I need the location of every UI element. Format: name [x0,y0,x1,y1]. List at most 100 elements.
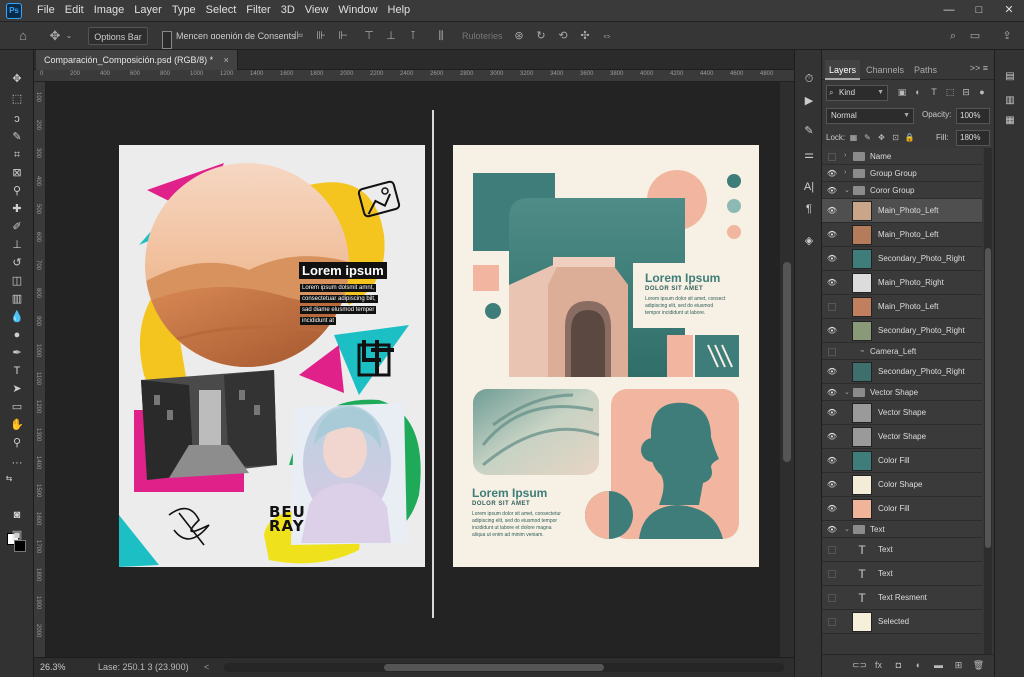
align-left-icon[interactable]: ⊫ [292,29,306,43]
shape-tool-icon[interactable]: ▭ [7,398,27,416]
quick-select-tool-icon[interactable]: ✎ [7,128,27,146]
layer-row[interactable]: › Name [822,148,982,165]
right-artboard[interactable]: Lorem Ipsum DOLOR SIT AMET Lorem ipsum d… [453,145,759,567]
align-right-icon[interactable]: ⊩ [336,29,350,43]
brush-tool-icon[interactable]: ✐ [7,218,27,236]
close-tab-icon[interactable]: × [224,55,229,65]
visibility-eye-icon[interactable]: 👁 [826,367,838,376]
lasso-tool-icon[interactable]: ↄ [7,110,27,128]
layer-row[interactable]: 👁 ⌄ Coror Group [822,182,982,199]
menu-select[interactable]: Select [201,0,242,22]
layer-list-scroll-thumb[interactable] [985,248,991,548]
layer-row[interactable]: 👁 Secondary_Photo_Right [822,319,982,343]
crop-tool-icon[interactable]: ⌗ [7,146,27,164]
adjustment-layer-icon[interactable]: ◐ [912,659,925,672]
visibility-eye-icon[interactable]: 👁 [826,206,838,215]
layer-row[interactable]: 👁 Secondary_Photo_Right [822,247,982,271]
distribute-icon[interactable]: ⫼ [434,29,448,43]
layers-stack-icon[interactable]: ◈ [802,234,816,248]
type-filter-icon[interactable]: T [928,86,940,98]
3d-slide-icon[interactable]: ⇔ [600,29,614,43]
swap-colors-icon[interactable]: ⇆ [4,470,14,488]
zoom-level[interactable]: 26.3% [40,662,66,672]
3d-rotate-icon[interactable]: ↻ [534,29,548,43]
visibility-eye-icon[interactable]: 👁 [826,456,838,465]
align-center-icon[interactable]: ⊪ [314,29,328,43]
brush-settings-icon[interactable]: ✎ [802,124,816,138]
align-bottom-icon[interactable]: ⊺ [406,29,420,43]
layer-style-icon[interactable]: fx [872,659,885,672]
visibility-eye-icon[interactable] [828,618,836,626]
visibility-eye-icon[interactable]: 👁 [826,278,838,287]
shape-filter-icon[interactable]: ⬚ [944,86,956,98]
vertical-scroll-thumb[interactable] [783,262,791,462]
adjustments-icon[interactable]: ⚌ [802,148,816,162]
layer-row[interactable]: 👁 ⌄ Text [822,521,982,538]
layer-row[interactable]: T Text [822,538,982,562]
opacity-input[interactable]: 100% [956,108,990,124]
healing-tool-icon[interactable]: ✚ [7,200,27,218]
menu-filter[interactable]: Filter [241,0,275,22]
kind-filter-select[interactable]: ⌕ Kind ▼ [826,85,888,101]
layer-row[interactable]: Selected [822,610,982,634]
tab-channels[interactable]: Channels [862,60,908,80]
align-middle-icon[interactable]: ⊥ [384,29,398,43]
layer-row[interactable]: 👁 Color Shape [822,473,982,497]
menu-view[interactable]: View [300,0,334,22]
menu-3d[interactable]: 3D [276,0,300,22]
workspace-icon[interactable]: ▭ [968,29,982,43]
menu-type[interactable]: Type [167,0,201,22]
options-bar-button[interactable]: Options Bar [88,27,148,45]
history-brush-tool-icon[interactable]: ↺ [7,254,27,272]
smart-object-filter-icon[interactable]: ⊟ [960,86,972,98]
layer-row[interactable]: T Text Resment [822,586,982,610]
visibility-eye-icon[interactable] [828,546,836,554]
pixel-filter-icon[interactable]: ▣ [896,86,908,98]
menu-layer[interactable]: Layer [129,0,167,22]
hand-tool-icon[interactable]: ✋ [7,416,27,434]
layer-row[interactable]: 👁 › Group Group [822,165,982,182]
history-icon[interactable]: ⏱ [802,72,816,86]
visibility-eye-icon[interactable]: 👁 [826,408,838,417]
path-select-tool-icon[interactable]: ➤ [7,380,27,398]
visibility-eye-icon[interactable]: 👁 [826,432,838,441]
group-expand-icon[interactable]: ⌄ [844,525,850,533]
visibility-eye-icon[interactable] [828,570,836,578]
zoom-tool-icon[interactable]: ⚲ [7,434,27,452]
properties-icon[interactable]: ▥ [1003,94,1017,108]
panel-menu-icon[interactable]: >> ≡ [970,63,988,73]
adjustment-filter-icon[interactable]: ◐ [912,86,924,98]
visibility-eye-icon[interactable]: 👁 [826,480,838,489]
maximize-button[interactable]: □ [964,0,994,22]
visibility-eye-icon[interactable]: 👁 [826,504,838,513]
menu-window[interactable]: Window [333,0,382,22]
filter-toggle-icon[interactable]: ● [976,86,988,98]
layer-row[interactable]: 👁 Main_Photo_Left [822,199,982,223]
menu-help[interactable]: Help [383,0,416,22]
actions-play-icon[interactable]: ▶ [802,94,816,108]
visibility-eye-icon[interactable] [828,594,836,602]
layer-row[interactable]: 👁 Vector Shape [822,401,982,425]
quick-mask-icon[interactable]: ◙ [7,506,27,524]
layer-row[interactable]: 👁 Color Fill [822,449,982,473]
pen-tool-icon[interactable]: ✒ [7,344,27,362]
vertical-scrollbar[interactable] [780,82,794,657]
character-icon[interactable]: A| [802,180,816,194]
layer-row[interactable]: 👁 Main_Photo_Right [822,271,982,295]
horizontal-scroll-thumb[interactable] [384,664,604,671]
visibility-eye-icon[interactable]: 👁 [826,525,838,534]
swatches-icon[interactable]: ▦ [1003,114,1017,128]
group-expand-icon[interactable]: › [844,169,846,176]
share-icon[interactable]: ⇪ [1000,29,1014,43]
lock-pixels-icon[interactable]: ▦ [848,132,859,143]
layer-row[interactable]: 👁 ⌄ Vector Shape [822,384,982,401]
close-button[interactable]: ✕ [994,0,1024,22]
menu-edit[interactable]: Edit [60,0,89,22]
libraries-icon[interactable]: ▤ [1003,70,1017,84]
layer-row[interactable]: 👁 Color Fill [822,497,982,521]
document-tab[interactable]: Comparación_Composición.psd (RGB/8) * × [36,50,238,70]
visibility-eye-icon[interactable]: 👁 [826,388,838,397]
chevron-down-icon[interactable]: ⌄ [62,29,76,43]
blur-tool-icon[interactable]: 💧 [7,308,27,326]
new-group-icon[interactable]: ▬ [932,659,945,672]
